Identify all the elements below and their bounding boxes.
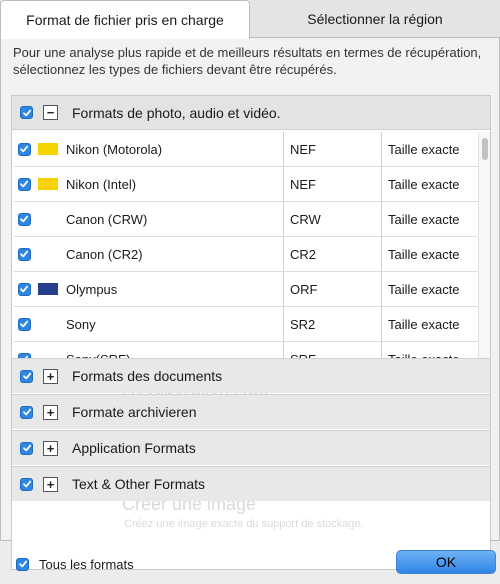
format-extension: SR2 [284, 307, 382, 341]
format-name-cell: Sony [34, 307, 284, 341]
row-checkbox-cell [14, 212, 34, 226]
table-row[interactable]: Canon (CR2) CR2 Taille exacte [14, 237, 478, 272]
checkmark-icon [22, 408, 31, 416]
all-formats-label: Tous les formats [39, 556, 134, 572]
sony-logo-icon [38, 318, 58, 330]
recovery-mode[interactable]: Taille exacte [382, 132, 477, 166]
group-checkbox[interactable] [20, 441, 33, 455]
format-name: Nikon (Motorola) [66, 141, 163, 157]
watermark-sub-4: Créez une image exacte du support de sto… [124, 518, 364, 530]
collapse-icon[interactable]: − [43, 105, 58, 120]
expand-icon[interactable]: + [43, 476, 58, 492]
checkmark-icon [20, 215, 29, 223]
tab-supported-file-formats[interactable]: Format de fichier pris en charge [0, 0, 250, 39]
checkmark-icon [20, 145, 29, 153]
table-row[interactable]: Sony SR2 Taille exacte [14, 307, 478, 342]
format-name-cell: Canon (CRW) [34, 202, 284, 236]
tab-panel: Pour une analyse plus rapide et de meill… [0, 38, 500, 570]
table-row[interactable]: Nikon (Motorola) NEF Taille exacte [14, 132, 478, 167]
checkmark-icon [20, 285, 29, 293]
group-label: Text & Other Formats [72, 476, 206, 492]
nikon-logo-icon [38, 178, 58, 190]
group-header: + Formats des documents [12, 358, 490, 393]
vertical-scrollbar[interactable] [478, 132, 490, 382]
group-header: + Text & Other Formats [12, 466, 490, 501]
format-name: Sony [66, 316, 96, 332]
format-name: Canon (CRW) [66, 211, 148, 227]
scrollbar-thumb[interactable] [482, 138, 488, 160]
row-checkbox-cell [14, 247, 34, 261]
nikon-logo-icon [38, 143, 58, 155]
table-row[interactable]: Olympus ORF Taille exacte [14, 272, 478, 307]
row-checkbox[interactable] [17, 282, 31, 296]
table-row[interactable]: Canon (CRW) CRW Taille exacte [14, 202, 478, 237]
format-name-cell: Olympus [34, 272, 284, 306]
tab-select-region[interactable]: Sélectionner la région [250, 0, 500, 38]
group-header: + Application Formats [12, 430, 490, 465]
group-checkbox[interactable] [20, 405, 33, 419]
group-label-photo: Formats de photo, audio et vidéo. [72, 104, 281, 121]
canon-logo-icon [38, 213, 58, 225]
checkmark-icon [20, 180, 29, 188]
group-header: + Formate archivieren [12, 394, 490, 429]
checkmark-icon [20, 250, 29, 258]
format-extension: ORF [284, 272, 382, 306]
expand-icon[interactable]: + [43, 368, 58, 384]
format-table: Nikon (Motorola) NEF Taille exacte Nikon… [14, 132, 478, 382]
format-extension: CRW [284, 202, 382, 236]
group-checkbox-photo[interactable] [20, 106, 33, 119]
format-extension: NEF [284, 167, 382, 201]
recovery-mode[interactable]: Taille exacte [382, 237, 477, 271]
expand-icon[interactable]: + [43, 404, 58, 420]
format-name: Canon (CR2) [66, 246, 143, 262]
table-row[interactable]: Nikon (Intel) NEF Taille exacte [14, 167, 478, 202]
checkmark-icon [18, 560, 27, 568]
checkmark-icon [20, 320, 29, 328]
checkmark-icon [22, 372, 31, 380]
group-header-photo-audio-video: − Formats de photo, audio et vidéo. [12, 96, 490, 130]
tab-bar: Format de fichier pris en charge Sélecti… [0, 0, 500, 39]
row-checkbox-cell [14, 177, 34, 191]
instructions-text: Pour une analyse plus rapide et de meill… [13, 45, 482, 77]
format-name: Olympus [66, 281, 118, 297]
group-label: Formats des documents [72, 368, 223, 384]
recovery-mode[interactable]: Taille exacte [382, 307, 477, 341]
group-checkbox[interactable] [20, 477, 33, 491]
row-checkbox-cell [14, 317, 34, 331]
format-name-cell: Nikon (Motorola) [34, 132, 284, 166]
row-checkbox[interactable] [17, 142, 31, 156]
recovery-mode[interactable]: Taille exacte [382, 202, 477, 236]
group-checkbox[interactable] [20, 369, 33, 383]
olympus-logo-icon [38, 283, 58, 295]
all-formats-checkbox[interactable] [16, 557, 29, 571]
row-checkbox[interactable] [17, 317, 31, 331]
canon-logo-icon [38, 248, 58, 260]
row-checkbox[interactable] [17, 177, 31, 191]
row-checkbox[interactable] [17, 212, 31, 226]
ok-button[interactable]: OK [396, 550, 496, 574]
recovery-mode[interactable]: Taille exacte [382, 167, 477, 201]
file-format-list: Récupérez des données Analysez le suppor… [11, 95, 491, 570]
checkmark-icon [22, 109, 31, 116]
format-name-cell: Nikon (Intel) [34, 167, 284, 201]
format-name: Nikon (Intel) [66, 176, 137, 192]
checkmark-icon [22, 444, 31, 452]
row-checkbox[interactable] [17, 247, 31, 261]
recovery-mode[interactable]: Taille exacte [382, 272, 477, 306]
format-extension: NEF [284, 132, 382, 166]
format-extension: CR2 [284, 237, 382, 271]
group-label: Formate archivieren [72, 404, 197, 420]
row-checkbox-cell [14, 282, 34, 296]
format-name-cell: Canon (CR2) [34, 237, 284, 271]
group-label: Application Formats [72, 440, 196, 456]
row-checkbox-cell [14, 142, 34, 156]
expand-icon[interactable]: + [43, 440, 58, 456]
checkmark-icon [22, 480, 31, 488]
